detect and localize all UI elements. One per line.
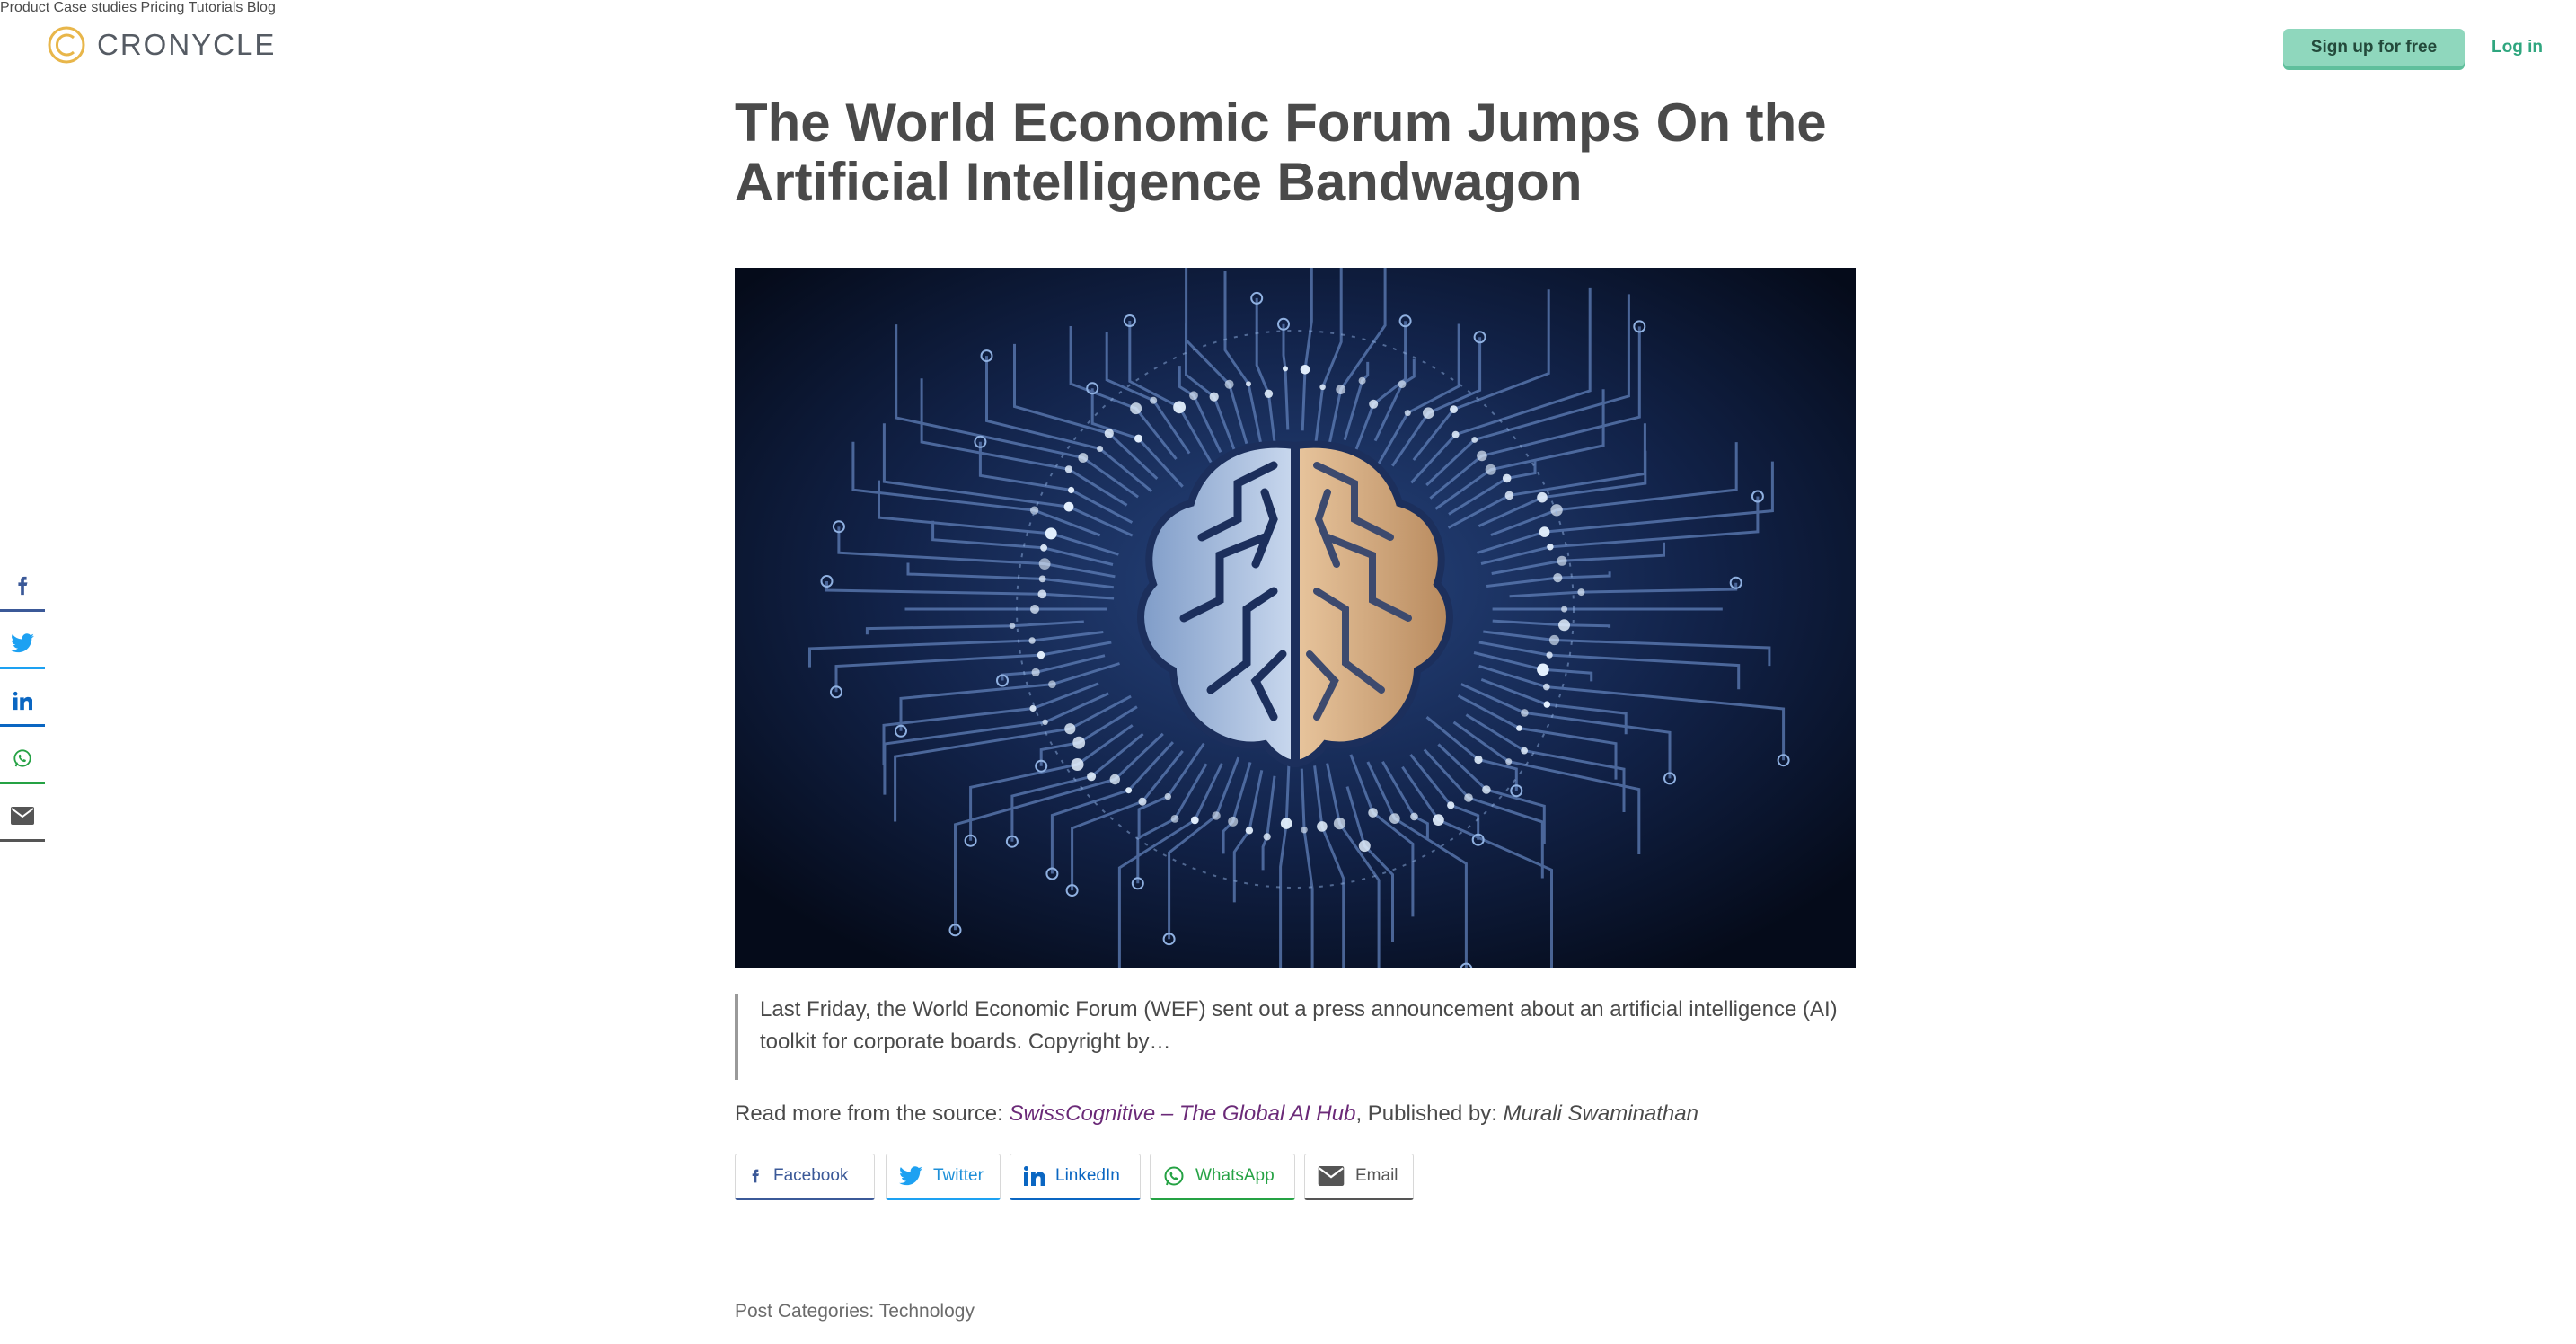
source-link[interactable]: SwissCognitive – The Global AI Hub — [1009, 1101, 1355, 1126]
logo[interactable]: CRONYCLE — [47, 25, 276, 65]
floating-share-whatsapp[interactable] — [0, 735, 45, 784]
share-twitter-button[interactable]: Twitter — [886, 1154, 1001, 1200]
article-hero-image — [735, 268, 1856, 968]
published-by-prefix: , Published by: — [1355, 1101, 1504, 1126]
share-facebook-button[interactable]: Facebook — [735, 1154, 875, 1200]
signup-button[interactable]: Sign up for free — [2283, 29, 2465, 66]
nav-tutorials[interactable]: Tutorials — [189, 0, 243, 15]
article-excerpt: Last Friday, the World Economic Forum (W… — [735, 994, 1839, 1080]
nav-blog[interactable]: Blog — [247, 0, 276, 15]
share-linkedin-button[interactable]: LinkedIn — [1010, 1154, 1141, 1200]
brand-name: CRONYCLE — [97, 28, 277, 61]
share-linkedin-label: LinkedIn — [1055, 1166, 1120, 1185]
author-name: Murali Swaminathan — [1503, 1101, 1698, 1126]
login-link[interactable]: Log in — [2492, 38, 2543, 57]
floating-share-facebook[interactable] — [0, 562, 45, 612]
share-twitter-label: Twitter — [933, 1166, 984, 1185]
facebook-icon — [18, 576, 28, 596]
linkedin-icon — [1024, 1166, 1045, 1186]
share-email-label: Email — [1355, 1166, 1398, 1185]
cronycle-logo-icon — [48, 26, 85, 64]
floating-share-email[interactable] — [0, 792, 45, 842]
email-icon — [1318, 1166, 1345, 1186]
whatsapp-icon — [1164, 1166, 1184, 1186]
linkedin-icon — [13, 691, 32, 711]
post-categories: Post Categories: Technology — [735, 1301, 975, 1322]
floating-share-twitter[interactable] — [0, 620, 45, 669]
read-more-line: Read more from the source: SwissCognitiv… — [735, 1098, 1698, 1130]
share-whatsapp-button[interactable]: WhatsApp — [1150, 1154, 1295, 1200]
article-title: The World Economic Forum Jumps On the Ar… — [735, 93, 1827, 212]
floating-share-linkedin[interactable] — [0, 677, 45, 727]
site-header: CRONYCLE Product Case studies Pricing Tu… — [0, 0, 2576, 93]
twitter-icon — [899, 1166, 922, 1186]
twitter-icon — [11, 633, 34, 653]
email-icon — [11, 807, 34, 825]
share-email-button[interactable]: Email — [1304, 1154, 1414, 1200]
nav-pricing[interactable]: Pricing — [141, 0, 185, 15]
read-more-prefix: Read more from the source: — [735, 1101, 1010, 1126]
whatsapp-icon — [13, 749, 31, 767]
facebook-icon — [752, 1169, 759, 1183]
category-link-technology[interactable]: Technology — [879, 1301, 975, 1322]
share-facebook-label: Facebook — [773, 1166, 849, 1185]
categories-label: Post Categories: — [735, 1301, 879, 1322]
share-whatsapp-label: WhatsApp — [1195, 1166, 1275, 1185]
nav-product[interactable]: Product — [0, 0, 49, 15]
ai-brain-circuit-illustration — [735, 268, 1856, 968]
nav-case-studies[interactable]: Case studies — [54, 0, 137, 15]
